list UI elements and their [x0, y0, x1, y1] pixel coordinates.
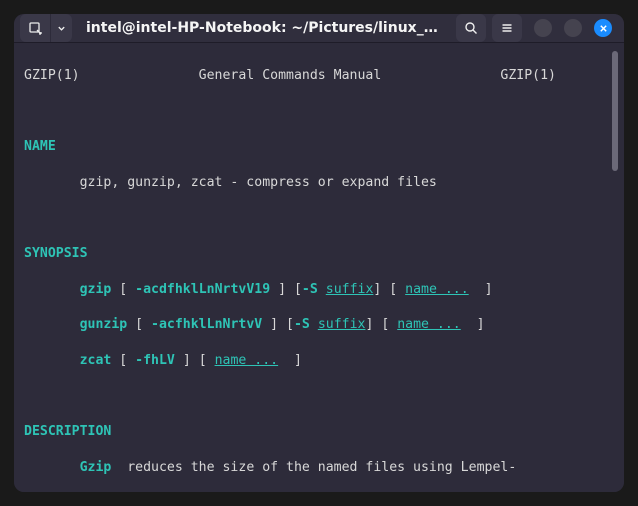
zcat-name-arg: name ... [215, 353, 279, 368]
new-tab-button[interactable] [20, 14, 50, 42]
terminal-window: intel@intel-HP-Notebook: ~/Pictures/linu… [14, 14, 624, 492]
new-tab-group [20, 14, 72, 42]
gunzip-opts: -acfhklLnNrtvV [151, 317, 262, 332]
desc-gzip1: Gzip [80, 460, 112, 475]
header-center: General Commands Manual [199, 68, 382, 83]
titlebar: intel@intel-HP-Notebook: ~/Pictures/linu… [14, 14, 624, 43]
gzip-name-arg: name ... [405, 282, 469, 297]
scrollbar[interactable] [610, 49, 620, 492]
close-button[interactable] [594, 19, 612, 37]
section-description: DESCRIPTION [24, 424, 111, 439]
maximize-button[interactable] [564, 19, 582, 37]
gzip-opts: -acdfhklLnNrtvV19 [135, 282, 270, 297]
syn-zcat: zcat [80, 353, 112, 368]
new-tab-icon [28, 21, 42, 35]
zcat-opts: -fhLV [135, 353, 175, 368]
gunzip-s-opt: -S [294, 317, 310, 332]
desc-l1: reduces the size of the named files usin… [111, 460, 516, 475]
search-button[interactable] [456, 14, 486, 42]
gzip-s-opt: -S [302, 282, 318, 297]
terminal-viewport[interactable]: GZIP(1) General Commands Manual GZIP(1) … [14, 43, 624, 492]
syn-gunzip: gunzip [80, 317, 128, 332]
terminal-content: GZIP(1) General Commands Manual GZIP(1) … [24, 49, 610, 492]
section-name: NAME [24, 139, 56, 154]
menu-button[interactable] [492, 14, 522, 42]
man-header: GZIP(1) General Commands Manual GZIP(1) [24, 67, 610, 85]
chevron-down-icon [57, 24, 66, 33]
gunzip-name-arg: name ... [397, 317, 461, 332]
scrollbar-thumb[interactable] [612, 51, 618, 171]
header-right: GZIP(1) [500, 68, 556, 83]
section-synopsis: SYNOPSIS [24, 246, 88, 261]
close-icon [599, 24, 608, 33]
gzip-s-arg: suffix [326, 282, 374, 297]
syn-gzip: gzip [80, 282, 112, 297]
search-icon [464, 21, 478, 35]
new-tab-dropdown[interactable] [50, 14, 72, 42]
header-left: GZIP(1) [24, 68, 80, 83]
gunzip-s-arg: suffix [318, 317, 366, 332]
hamburger-icon [500, 21, 514, 35]
window-controls [534, 19, 612, 37]
minimize-button[interactable] [534, 19, 552, 37]
name-text: gzip, gunzip, zcat - compress or expand … [80, 175, 437, 190]
window-title: intel@intel-HP-Notebook: ~/Pictures/linu… [78, 20, 450, 36]
